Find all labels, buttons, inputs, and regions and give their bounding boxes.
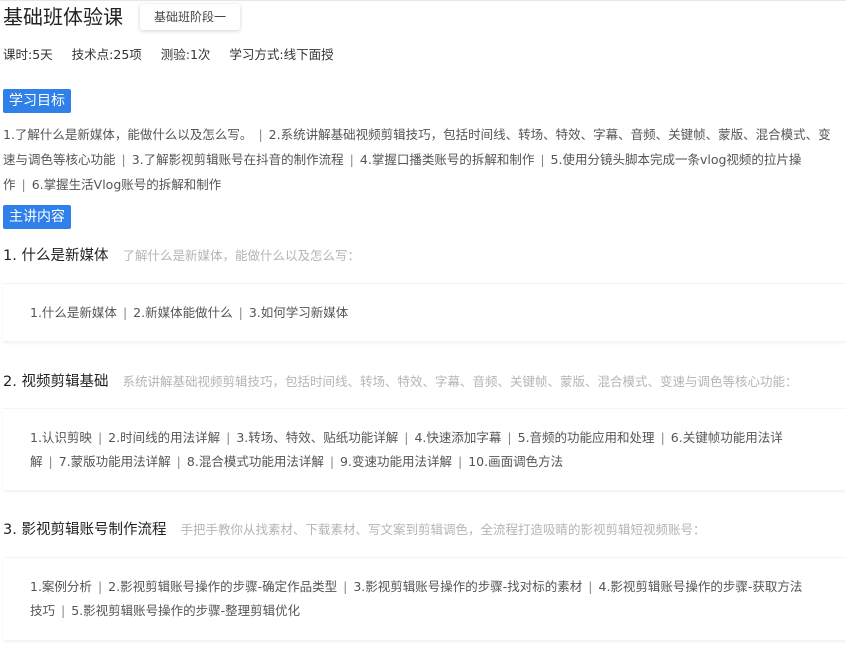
lesson-list: 1.认识剪映 | 2.时间线的用法详解 | 3.转场、特效、贴纸功能详解 | 4.快速添加字… — [30, 426, 806, 474]
goal-item: 4.掌握口播类账号的拆解和制作 — [359, 152, 535, 167]
course-meta: 课时:5天 技术点:25项 测验:1次 学习方式:线下面授 — [3, 46, 349, 64]
topic-title: 3. 影视剪辑账号制作流程 — [3, 522, 167, 538]
meta-quiz: 测验:1次 — [160, 47, 211, 62]
lesson-list: 1.案例分析 | 2.影视剪辑账号操作的步骤-确定作品类型 | 3.影视剪辑账号操作的步… — [30, 575, 806, 623]
topic-header: 2. 视频剪辑基础 系统讲解基础视频剪辑技巧，包括时间线、转场、特效、字幕、音频、… — [3, 370, 797, 394]
topic-title: 1. 什么是新媒体 — [3, 248, 109, 264]
lesson-item: 5.影视剪辑账号操作的步骤-整理剪辑优化 — [71, 603, 301, 618]
lesson-item: 4.快速添加字幕 — [414, 429, 502, 445]
lesson-list: 1.什么是新媒体 | 2.新媒体能做什么 | 3.如何学习新媒体 — [30, 301, 806, 325]
topic-description: 了解什么是新媒体，能做什么以及怎么写： — [122, 248, 360, 263]
separator: | — [61, 603, 66, 618]
meta-mode: 学习方式:线下面授 — [229, 47, 334, 62]
goals-label: 学习目标 — [3, 89, 71, 113]
separator: | — [329, 453, 335, 469]
lesson-item: 2.时间线的用法详解 — [108, 429, 221, 445]
separator: | — [588, 579, 593, 594]
separator: | — [343, 579, 348, 594]
lesson-item: 9.变速功能用法详解 — [340, 453, 452, 469]
separator: | — [97, 579, 103, 594]
separator: | — [122, 304, 128, 320]
lesson-item: 2.影视剪辑账号操作的步骤-确定作品类型 — [108, 579, 338, 594]
lesson-item: 1.什么是新媒体 — [30, 304, 117, 320]
stage-tag[interactable]: 基础班阶段一 — [140, 4, 240, 30]
separator: | — [226, 429, 231, 445]
topic-header: 3. 影视剪辑账号制作流程 手把手教你从找素材、下载素材、写文案到剪辑调色，全流程… — [3, 518, 705, 542]
lesson-item: 3.转场、特效、贴纸功能详解 — [236, 429, 399, 445]
separator: | — [457, 453, 463, 469]
lesson-item: 7.蒙版功能用法详解 — [58, 453, 171, 469]
course-header: 基础班体验课 基础班阶段一 — [0, 0, 846, 34]
separator: | — [349, 152, 354, 167]
goals-list: 1.了解什么是新媒体，能做什么以及怎么写。 | 2.系统讲解基础视频剪辑技巧，包括时… — [3, 122, 841, 197]
separator: | — [660, 429, 665, 445]
separator: | — [97, 429, 103, 445]
separator: | — [48, 453, 53, 469]
lesson-item: 3.影视剪辑账号操作的步骤-找对标的素材 — [353, 579, 583, 594]
separator: | — [176, 453, 181, 469]
separator: | — [507, 429, 512, 445]
lesson-item: 3.如何学习新媒体 — [248, 304, 349, 320]
topic-description: 系统讲解基础视频剪辑技巧，包括时间线、转场、特效、字幕、音频、关键帧、蒙版、混合… — [122, 374, 798, 389]
goal-item: 1.了解什么是新媒体，能做什么以及怎么写。 — [3, 127, 253, 142]
separator: | — [121, 152, 126, 167]
topic-lessons: 1.什么是新媒体 | 2.新媒体能做什么 | 3.如何学习新媒体 — [3, 283, 846, 341]
lesson-item: 10.画面调色方法 — [468, 453, 564, 469]
topic-lessons: 1.案例分析 | 2.影视剪辑账号操作的步骤-确定作品类型 | 3.影视剪辑账号操作的步… — [3, 557, 846, 640]
separator: | — [258, 127, 263, 142]
separator: | — [238, 304, 243, 320]
topic-title: 2. 视频剪辑基础 — [3, 374, 109, 390]
meta-points: 技术点:25项 — [71, 47, 142, 62]
goal-item: 3.了解影视剪辑账号在抖音的制作流程 — [131, 152, 344, 167]
lesson-item: 2.新媒体能做什么 — [133, 304, 233, 320]
separator: | — [21, 177, 26, 192]
topic-lessons: 1.认识剪映 | 2.时间线的用法详解 | 3.转场、特效、贴纸功能详解 | 4.快速添加字… — [3, 408, 846, 490]
lesson-item: 5.音频的功能应用和处理 — [517, 429, 655, 445]
topic-description: 手把手教你从找素材、下载素材、写文案到剪辑调色，全流程打造吸睛的影视剪辑短视频账… — [180, 522, 706, 537]
meta-duration: 课时:5天 — [3, 47, 53, 62]
lesson-item: 1.认识剪映 — [30, 429, 92, 445]
course-page: 基础班体验课 基础班阶段一 课时:5天 技术点:25项 测验:1次 学习方式:线… — [0, 0, 846, 645]
page-title: 基础班体验课 — [3, 5, 123, 29]
content-label: 主讲内容 — [3, 205, 71, 229]
separator: | — [404, 429, 409, 445]
goal-item: 6.掌握生活Vlog账号的拆解和制作 — [31, 177, 222, 192]
lesson-item: 1.案例分析 — [30, 579, 92, 594]
separator: | — [540, 152, 545, 167]
topic-header: 1. 什么是新媒体 了解什么是新媒体，能做什么以及怎么写： — [3, 244, 360, 268]
lesson-item: 8.混合模式功能用法详解 — [186, 453, 324, 469]
